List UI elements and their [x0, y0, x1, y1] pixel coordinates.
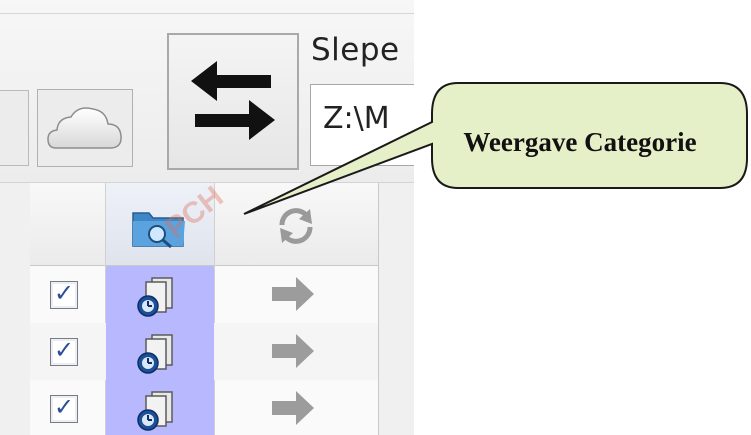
grid-scrollbar[interactable] — [378, 183, 414, 435]
cloud-icon — [47, 107, 122, 149]
category-cell[interactable] — [106, 323, 214, 380]
column-header-direction[interactable] — [214, 183, 378, 265]
table-row[interactable]: ✓ — [30, 380, 378, 435]
table-row[interactable]: ✓ — [30, 266, 378, 323]
swap-arrows-icon — [191, 61, 275, 140]
sync-label: Slepe — [311, 32, 400, 68]
sync-refresh-icon — [279, 208, 313, 244]
arrow-right-icon — [272, 277, 314, 311]
check-mark: ✓ — [54, 279, 75, 307]
arrow-right-icon — [272, 391, 314, 425]
grid-left-border — [0, 183, 31, 435]
swap-direction-button[interactable] — [167, 33, 299, 170]
row-checkbox[interactable]: ✓ — [50, 393, 78, 423]
schedule-task-icon — [137, 391, 173, 431]
schedule-task-icon — [137, 277, 173, 317]
check-mark: ✓ — [54, 336, 75, 364]
path-field[interactable]: Z:\M — [310, 84, 414, 166]
callout-text: Weergave Categorie — [463, 127, 697, 157]
toolbar-button-partial[interactable] — [0, 90, 29, 166]
row-checkbox[interactable]: ✓ — [50, 336, 78, 366]
category-cell[interactable] — [106, 380, 214, 435]
arrow-right-icon — [272, 334, 314, 368]
cloud-button[interactable] — [37, 89, 133, 167]
path-value: Z:\M — [323, 101, 390, 136]
check-mark: ✓ — [54, 393, 75, 421]
app-window: Slepe Z:\M ✓ ✓ ✓ PCH — [0, 0, 414, 435]
row-checkbox[interactable]: ✓ — [50, 279, 78, 309]
table-row[interactable]: ✓ — [30, 323, 378, 380]
window-edge — [0, 13, 414, 14]
category-cell[interactable] — [106, 266, 214, 323]
schedule-task-icon — [137, 334, 173, 374]
